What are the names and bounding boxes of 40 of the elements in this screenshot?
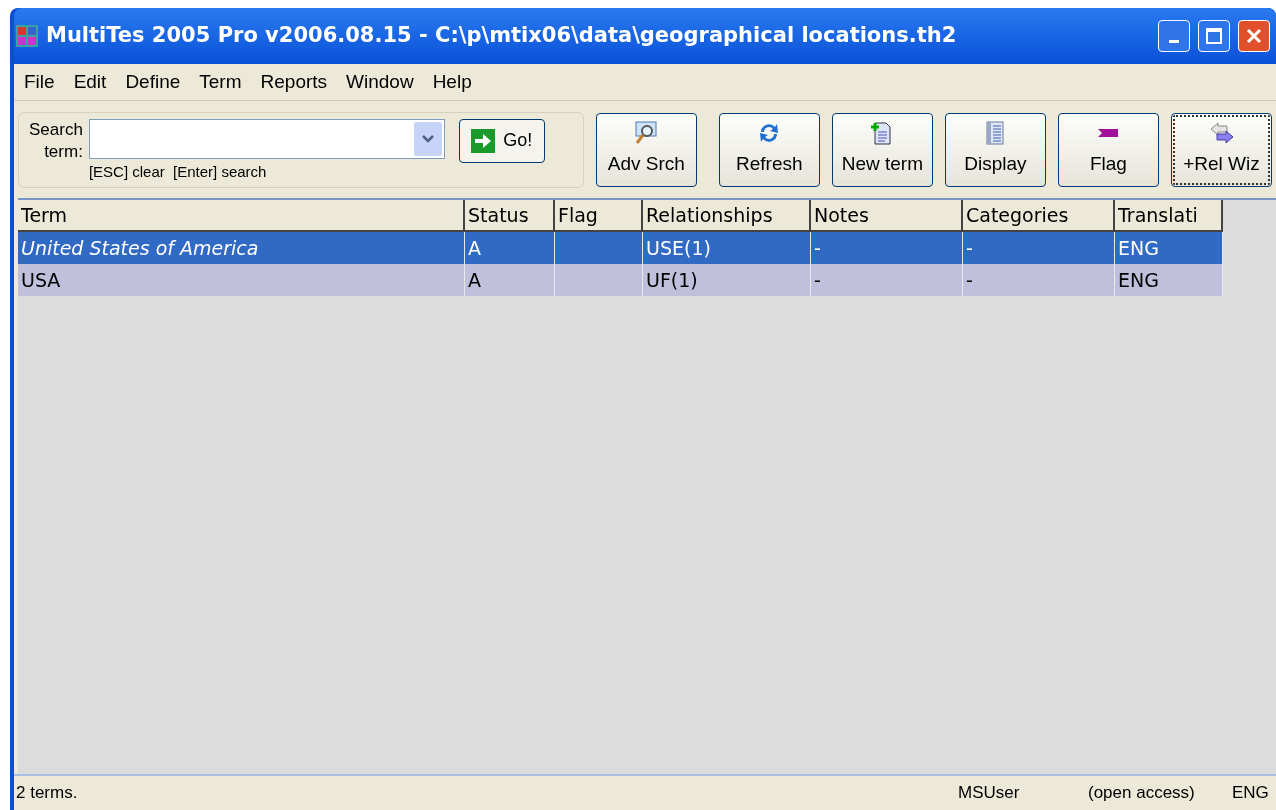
toolbar-button[interactable]: Refresh	[718, 112, 820, 187]
app-icon	[16, 25, 38, 47]
search-label: term:	[44, 140, 83, 163]
search-label: Search	[29, 118, 83, 141]
two-way-arrow-icon	[1208, 120, 1235, 147]
toolbar-button[interactable]: New term	[831, 112, 933, 187]
status-message: 2 terms.	[15, 782, 79, 805]
table-cell: -	[811, 264, 963, 296]
status-access: (open access)	[1088, 782, 1196, 805]
table-row[interactable]: USA A UF(1) - - ENG	[18, 264, 1223, 296]
menu-item[interactable]: Reports	[260, 67, 328, 97]
table-cell: UF(1)	[643, 264, 811, 296]
toolbar-button[interactable]: Adv Srch	[595, 112, 697, 187]
status-language: ENG	[1232, 782, 1270, 805]
dropdown-button[interactable]	[413, 121, 442, 156]
search-hint: [ESC] clear [Enter] search	[88, 161, 268, 182]
search-field[interactable]	[88, 118, 445, 159]
maximize-button[interactable]	[1198, 20, 1230, 52]
menu-item[interactable]: Edit	[73, 67, 107, 97]
flag-icon	[1098, 129, 1119, 138]
minimize-button[interactable]	[1158, 20, 1190, 52]
window-title: MultiTes 2005 Pro v2006.08.15 - C:\p\mtix06\data\geographical locations.th2	[46, 22, 958, 50]
table-row[interactable]: United States of America A USE(1) - - ENG	[18, 232, 1223, 264]
status-user: MSUser	[958, 782, 1021, 805]
table-cell: ENG	[1115, 264, 1223, 296]
go-button[interactable]: Go!	[458, 118, 545, 163]
menu-item[interactable]: Define	[125, 67, 181, 97]
close-icon	[1246, 28, 1262, 44]
table-cell: A	[465, 264, 555, 296]
menu-item[interactable]: Window	[346, 67, 414, 97]
menu-item[interactable]: File	[24, 67, 55, 97]
table-cell: -	[963, 264, 1115, 296]
toolbar-button[interactable]: +Rel Wiz	[1171, 112, 1273, 187]
chevron-down-icon	[421, 134, 434, 143]
toolbar-button[interactable]: Flag	[1057, 112, 1159, 187]
table-cell: USA	[18, 264, 465, 296]
close-button[interactable]	[1238, 20, 1270, 52]
menu-item[interactable]: Help	[432, 67, 472, 97]
toolbar-button[interactable]: Display	[944, 112, 1046, 187]
menu-item[interactable]: Term	[199, 67, 242, 97]
